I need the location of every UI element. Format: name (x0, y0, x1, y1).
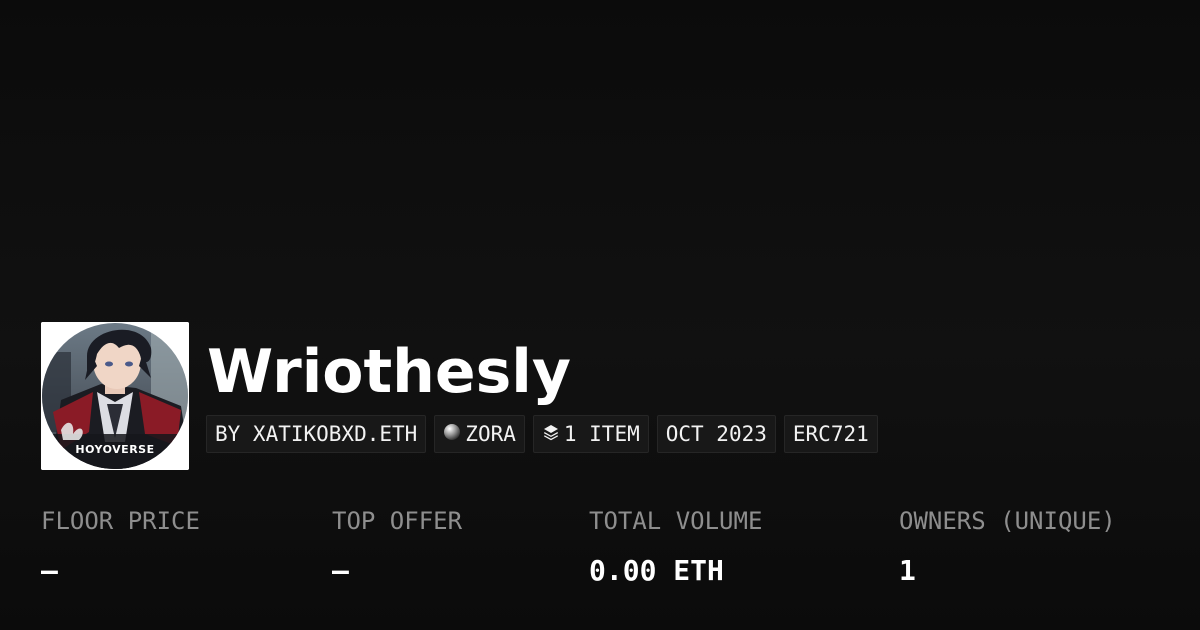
stat-label: TOTAL VOLUME (589, 507, 763, 535)
collection-tags: BY XATIKOBXD.ETH ZORA 1 ITEM OCT 2023 ER… (206, 415, 878, 453)
stat-value: 1 (899, 554, 916, 587)
creator-label: BY XATIKOBXD.ETH (215, 422, 418, 446)
collection-card: HOYOVERSE Wriothesly BY XATIKOBXD.ETH ZO… (0, 0, 1200, 630)
collection-avatar[interactable]: HOYOVERSE (41, 322, 189, 470)
creator-tag[interactable]: BY XATIKOBXD.ETH (206, 415, 427, 453)
stat-total-volume: TOTAL VOLUME 0.00 ETH (589, 503, 762, 589)
items-tag[interactable]: 1 ITEM (532, 415, 649, 453)
stat-owners: OWNERS (UNIQUE) 1 (899, 503, 1116, 589)
stat-value: 0.00 ETH (589, 554, 724, 587)
chain-label: ZORA (465, 422, 516, 446)
layers-icon (542, 422, 560, 446)
date-label: OCT 2023 (665, 422, 767, 446)
stat-value: — (41, 554, 58, 587)
standard-label: ERC721 (792, 422, 869, 446)
stat-label: OWNERS (UNIQUE) (899, 507, 1116, 535)
collection-title: Wriothesly (207, 337, 571, 407)
zora-orb-icon (443, 422, 461, 446)
stat-floor-price: FLOOR PRICE — (41, 503, 200, 589)
stat-top-offer: TOP OFFER — (332, 503, 462, 589)
stat-label: FLOOR PRICE (41, 507, 200, 535)
collection-stats: FLOOR PRICE — TOP OFFER — TOTAL VOLUME 0… (0, 503, 1200, 603)
stat-label: TOP OFFER (332, 507, 463, 535)
standard-tag: ERC721 (783, 415, 878, 453)
avatar-caption: HOYOVERSE (75, 443, 155, 456)
date-tag: OCT 2023 (656, 415, 776, 453)
stat-value: — (332, 554, 349, 587)
chain-tag[interactable]: ZORA (434, 415, 525, 453)
items-label: 1 ITEM (563, 422, 640, 446)
